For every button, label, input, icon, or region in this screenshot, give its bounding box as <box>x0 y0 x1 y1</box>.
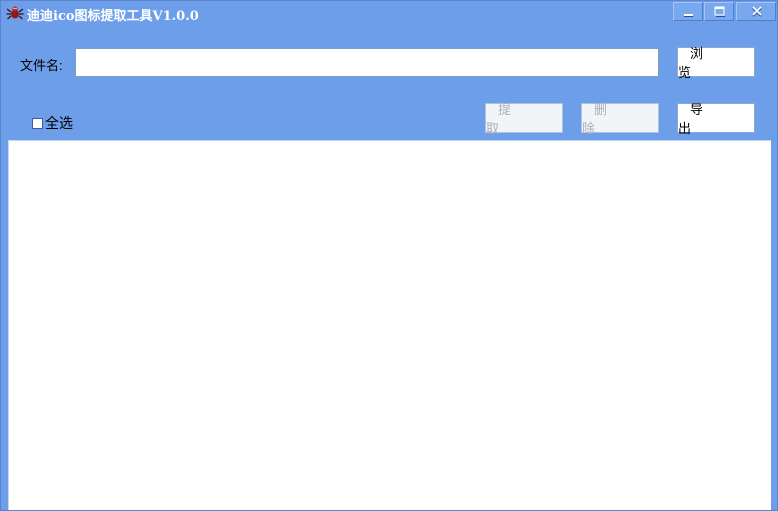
select-all-checkbox[interactable]: 全选 <box>32 115 73 131</box>
delete-button[interactable]: 删 除 <box>581 102 659 136</box>
file-name-input[interactable] <box>75 48 659 77</box>
title-bar[interactable]: 迪迪ico图标提取工具V1.0.0 <box>1 1 777 25</box>
extract-button[interactable]: 提 取 <box>485 102 563 136</box>
window-controls <box>673 2 777 22</box>
file-name-label: 文件名: <box>20 58 63 73</box>
minimize-button[interactable] <box>673 2 703 21</box>
spider-icon <box>6 4 24 22</box>
select-all-label: 全选 <box>45 115 73 131</box>
icon-list-area[interactable] <box>8 140 771 510</box>
app-window: 迪迪ico图标提取工具V1.0.0 文件名: 浏 览 全选 提 取 删 除 导 … <box>0 0 778 511</box>
window-title: 迪迪ico图标提取工具V1.0.0 <box>27 9 199 24</box>
maximize-button[interactable] <box>704 2 734 21</box>
browse-button[interactable]: 浏 览 <box>677 46 755 80</box>
export-button[interactable]: 导 出 <box>677 102 755 136</box>
minimize-icon <box>684 14 693 17</box>
close-icon <box>752 6 762 17</box>
maximize-icon <box>714 6 725 17</box>
close-button[interactable] <box>736 2 776 21</box>
checkbox-box[interactable] <box>32 117 43 129</box>
